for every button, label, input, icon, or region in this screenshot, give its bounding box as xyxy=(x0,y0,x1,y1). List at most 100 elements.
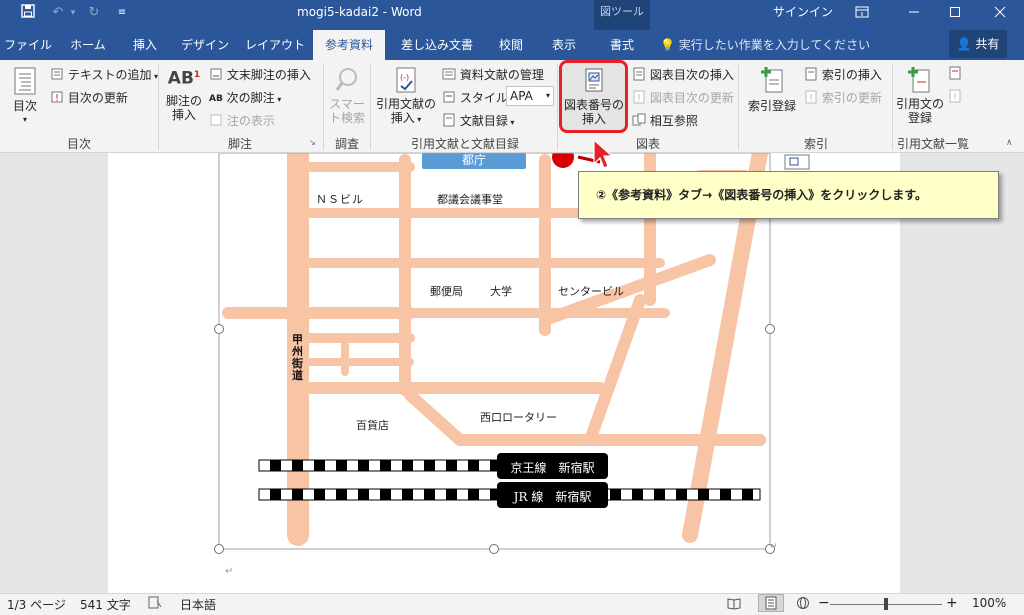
insert-table-of-figures-button[interactable]: 図表目次の挿入 xyxy=(632,66,734,84)
resize-handle[interactable] xyxy=(489,544,499,554)
toc-icon xyxy=(14,67,36,95)
map-figure[interactable]: ↵ ↵ xyxy=(0,153,1024,593)
undo-dropdown-icon[interactable]: ▾ xyxy=(63,4,83,22)
tab-layout[interactable]: レイアウト xyxy=(242,30,308,60)
close-icon[interactable] xyxy=(994,0,1010,30)
read-mode-icon[interactable] xyxy=(727,596,741,613)
insert-index-label: 索引の挿入 xyxy=(821,68,882,82)
endnote-icon xyxy=(209,67,223,84)
insert-toa-icon[interactable] xyxy=(948,66,962,83)
manage-sources-icon xyxy=(442,67,456,84)
chevron-down-icon: ▾ xyxy=(545,91,550,100)
resize-handle[interactable] xyxy=(214,544,224,554)
group-separator xyxy=(158,64,159,150)
layout-options-icon[interactable] xyxy=(784,154,810,170)
share-button[interactable]: 👤 共有 xyxy=(949,30,1007,58)
rail-tie xyxy=(468,460,479,471)
tab-format[interactable]: 書式 xyxy=(596,30,648,60)
save-icon[interactable] xyxy=(18,4,38,22)
tell-me-text: 実行したい作業を入力してください xyxy=(678,38,871,52)
map-label-keio-line: 京王線 新宿駅 xyxy=(510,461,595,475)
mark-citation-button[interactable]: 引用文の 登録 xyxy=(896,66,944,125)
zoom-level[interactable]: 100% xyxy=(972,596,1006,610)
mark-citation-icon xyxy=(908,67,930,93)
style-dropdown[interactable]: APA ▾ xyxy=(506,86,554,106)
paragraph-mark-figure: ↵ xyxy=(770,542,778,552)
rail-tie xyxy=(610,489,621,500)
map-marker-icon xyxy=(552,153,574,168)
signin-link[interactable]: サインイン xyxy=(773,0,833,30)
zoom-in-button[interactable]: + xyxy=(946,595,958,611)
insert-caption-button[interactable]: 図表番号の 挿入 xyxy=(562,67,626,126)
group-separator xyxy=(370,64,371,150)
insert-endnote-button[interactable]: 文末脚注の挿入 xyxy=(209,66,311,84)
customize-qat-icon[interactable]: ≡ xyxy=(112,4,132,22)
redo-icon[interactable]: ↻ xyxy=(84,4,104,22)
next-footnote-icon: AB xyxy=(209,93,223,104)
mark-entry-button[interactable]: 索引登録 xyxy=(744,66,800,113)
toc-button[interactable]: 目次 ▾ xyxy=(8,66,42,127)
smart-lookup-label-2: ト検索 xyxy=(328,111,365,125)
add-text-button[interactable]: テキストの追加 ▾ xyxy=(50,66,158,84)
status-page[interactable]: 1/3 ページ xyxy=(7,596,66,613)
style-selector: スタイル: xyxy=(442,89,512,107)
minimize-icon[interactable] xyxy=(908,0,924,30)
ribbon-display-options-icon[interactable] xyxy=(855,0,871,30)
svg-text:!: ! xyxy=(809,93,813,104)
resize-handle[interactable] xyxy=(765,324,775,334)
update-index-button[interactable]: ! 索引の更新 xyxy=(804,89,882,107)
map-road xyxy=(404,389,466,446)
update-toa-icon[interactable]: ! xyxy=(948,89,962,106)
tab-view[interactable]: 表示 xyxy=(540,30,588,60)
web-layout-icon[interactable] xyxy=(796,596,810,613)
manage-sources-button[interactable]: 資料文献の管理 xyxy=(442,66,544,84)
resize-handle[interactable] xyxy=(214,324,224,334)
window-title: mogi5-kadai2 - Word xyxy=(297,5,422,19)
magnifier-icon xyxy=(335,68,357,91)
tab-mailings[interactable]: 差し込み文書 xyxy=(391,30,483,60)
rail-tie xyxy=(742,489,753,500)
mark-entry-label: 索引登録 xyxy=(747,99,796,113)
rail-tie xyxy=(446,460,457,471)
bibliography-button[interactable]: 文献目録 ▾ xyxy=(442,112,514,130)
map-label-koshu-kaido: 甲州街道 xyxy=(292,333,303,382)
next-footnote-button[interactable]: AB 次の脚注 ▾ xyxy=(209,89,281,106)
update-toc-button[interactable]: ! 目次の更新 xyxy=(50,89,128,107)
tab-references[interactable]: 参考資料 xyxy=(313,30,385,60)
zoom-out-button[interactable]: − xyxy=(818,595,830,611)
tab-file[interactable]: ファイル xyxy=(0,30,56,60)
tab-insert[interactable]: 挿入 xyxy=(120,30,170,60)
tab-design[interactable]: デザイン xyxy=(174,30,236,60)
map-label-university: 大学 xyxy=(490,285,512,298)
tell-me-box[interactable]: 💡 実行したい作業を入力してください xyxy=(660,30,870,60)
zoom-slider-thumb[interactable] xyxy=(884,598,888,610)
insert-footnote-button[interactable]: AB1 脚注の 挿入 xyxy=(164,68,204,122)
tab-home[interactable]: ホーム xyxy=(62,30,114,60)
map-label-post-office: 郵便局 xyxy=(430,285,463,298)
tab-review[interactable]: 校閲 xyxy=(488,30,534,60)
proofing-icon[interactable] xyxy=(148,596,162,613)
smart-lookup-button[interactable]: スマー ト検索 xyxy=(327,66,367,125)
status-words[interactable]: 541 文字 xyxy=(80,596,131,613)
next-footnote-label: 次の脚注 xyxy=(226,91,275,105)
insert-tof-label: 図表目次の挿入 xyxy=(649,68,734,82)
status-language[interactable]: 日本語 xyxy=(180,596,216,613)
context-tab-group-label: 図ツール xyxy=(600,5,644,18)
insert-citation-button[interactable]: (-) 引用文献の 挿入 ▾ xyxy=(376,66,436,127)
cross-reference-button[interactable]: 相互参照 xyxy=(632,112,698,130)
print-layout-icon[interactable] xyxy=(758,594,784,612)
insert-footnote-label-2: 挿入 xyxy=(171,108,196,122)
rail-tie xyxy=(654,489,665,500)
collapse-ribbon-icon[interactable]: ∧ xyxy=(1006,138,1013,148)
rail-tie xyxy=(468,489,479,500)
maximize-icon[interactable] xyxy=(949,0,965,30)
insert-citation-label-1: 引用文献の xyxy=(376,97,437,111)
update-table-button[interactable]: ! 図表目次の更新 xyxy=(632,89,734,107)
footnote-dialog-launcher-icon[interactable]: ↘ xyxy=(309,138,316,147)
update-toc-label: 目次の更新 xyxy=(67,91,128,105)
insert-index-button[interactable]: 索引の挿入 xyxy=(804,66,882,84)
map-label-ns-building: ＮＳビル xyxy=(316,193,364,206)
show-notes-button[interactable]: 注の表示 xyxy=(209,112,275,130)
map-label-west-rotary: 西口ロータリー xyxy=(480,411,557,424)
add-text-label: テキストの追加 xyxy=(67,68,152,82)
